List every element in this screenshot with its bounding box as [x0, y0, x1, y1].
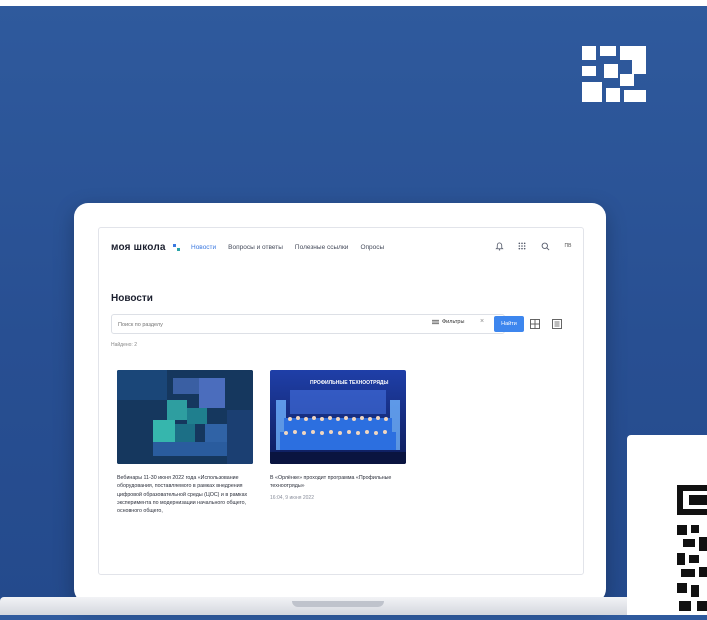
page-title: Новости — [111, 293, 153, 304]
top-white-line — [0, 0, 707, 6]
news-card-date: 16:04, 9 июня 2022 — [270, 494, 314, 501]
brand-logo-icon — [582, 46, 646, 102]
pattern-image — [117, 370, 253, 464]
news-card-title: Вебинары 11-30 июня 2022 года «Использов… — [117, 475, 248, 515]
list-view-icon[interactable] — [551, 318, 563, 330]
qr-code-icon — [677, 485, 707, 611]
nav-item-polls[interactable]: Опросы — [360, 244, 384, 251]
find-button[interactable]: Найти — [494, 316, 524, 332]
qr-code-card — [627, 435, 707, 615]
apps-icon[interactable] — [515, 239, 529, 253]
news-card-image: ПРОФИЛЬНЫЕ ТЕХНООТРЯДЫ — [270, 370, 406, 464]
group-photo-image: ПРОФИЛЬНЫЕ ТЕХНООТРЯДЫ — [270, 370, 406, 464]
search-icon[interactable] — [538, 239, 552, 253]
logo-mark-icon — [172, 243, 180, 251]
app-logo-text: моя школа — [111, 242, 166, 253]
laptop-screen: моя школа Новости Вопросы и ответы Полез… — [98, 227, 584, 575]
nav-item-faq[interactable]: Вопросы и ответы — [228, 244, 283, 251]
laptop-lid: моя школа Новости Вопросы и ответы Полез… — [74, 203, 606, 603]
nav-item-news[interactable]: Новости — [191, 244, 216, 251]
news-card-image — [117, 370, 253, 464]
header-icons: ПВ — [492, 239, 575, 253]
main-nav: Новости Вопросы и ответы Полезные ссылки… — [191, 244, 384, 251]
news-card[interactable]: Вебинары 11-30 июня 2022 года «Использов… — [117, 370, 253, 515]
search-box: Фильтры × Найти — [111, 314, 524, 334]
filters-label: Фильтры — [442, 319, 465, 325]
photo-caption: ПРОФИЛЬНЫЕ ТЕХНООТРЯДЫ — [310, 380, 388, 386]
filters-button[interactable]: Фильтры — [432, 319, 464, 325]
avatar[interactable]: ПВ — [561, 239, 575, 253]
app-logo[interactable]: моя школа — [111, 242, 180, 253]
search-input[interactable] — [116, 317, 370, 332]
bell-icon[interactable] — [492, 239, 506, 253]
news-card[interactable]: ПРОФИЛЬНЫЕ ТЕХНООТРЯДЫ В «Орлёнке» прохо… — [270, 370, 406, 501]
filter-icon — [432, 319, 439, 325]
grid-view-icon[interactable] — [529, 318, 541, 330]
found-count: Найдено: 2 — [111, 342, 137, 348]
app-header: моя школа Новости Вопросы и ответы Полез… — [99, 228, 583, 268]
laptop-notch — [292, 601, 384, 607]
nav-item-links[interactable]: Полезные ссылки — [295, 244, 349, 251]
news-card-title: В «Орлёнке» проходит программа «Профильн… — [270, 475, 392, 490]
close-icon[interactable]: × — [480, 318, 484, 325]
